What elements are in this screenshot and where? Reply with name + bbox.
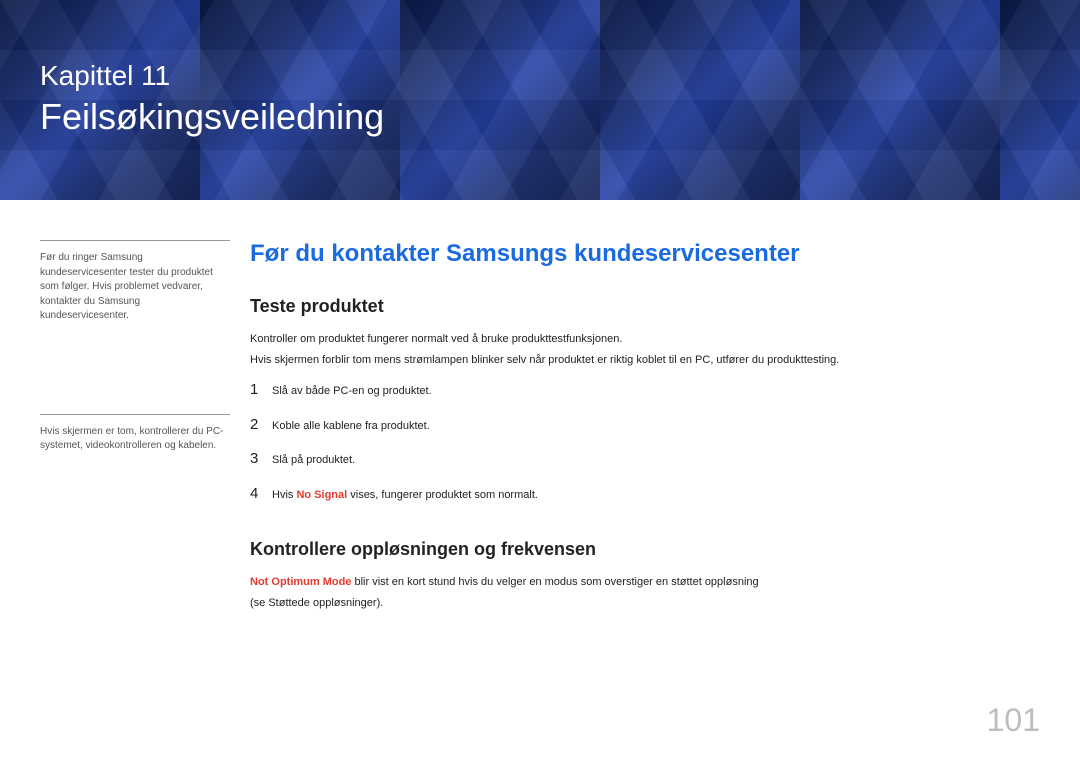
- step-number: 3: [250, 450, 272, 467]
- sidebar: Før du ringer Samsung kundeservicesenter…: [40, 240, 250, 616]
- step-3: 3 Slå på produktet.: [250, 450, 1040, 469]
- test-product-p1: Kontroller om produktet fungerer normalt…: [250, 331, 1040, 348]
- section-title: Før du kontakter Samsungs kundeservicese…: [250, 240, 1040, 268]
- side-note-1: Før du ringer Samsung kundeservicesenter…: [40, 240, 230, 324]
- resolution-rest: blir vist en kort stund hvis du velger e…: [351, 576, 758, 588]
- steps-list: 1 Slå av både PC-en og produktet. 2 Kobl…: [250, 381, 1040, 503]
- step-1: 1 Slå av både PC-en og produktet.: [250, 381, 1040, 400]
- not-optimum-mode-label: Not Optimum Mode: [250, 576, 351, 588]
- step-text: Slå av både PC-en og produktet.: [272, 383, 432, 400]
- test-product-heading: Teste produktet: [250, 296, 1040, 317]
- page-number: 101: [987, 702, 1040, 739]
- main-content: Før du kontakter Samsungs kundeservicese…: [250, 240, 1040, 616]
- step-number: 4: [250, 485, 272, 502]
- step-2: 2 Koble alle kablene fra produktet.: [250, 416, 1040, 435]
- step-text: Slå på produktet.: [272, 452, 355, 469]
- resolution-p1: Not Optimum Mode blir vist en kort stund…: [250, 574, 1040, 591]
- chapter-title: Feilsøkingsveiledning: [40, 96, 1040, 138]
- chapter-header: Kapittel 11 Feilsøkingsveiledning: [0, 0, 1080, 200]
- content-area: Før du ringer Samsung kundeservicesenter…: [0, 200, 1080, 616]
- test-product-p2: Hvis skjermen forblir tom mens strømlamp…: [250, 352, 1040, 369]
- step-text: Koble alle kablene fra produktet.: [272, 418, 430, 435]
- step-number: 1: [250, 381, 272, 398]
- step4-prefix: Hvis: [272, 489, 296, 501]
- step-4: 4 Hvis No Signal vises, fungerer produkt…: [250, 485, 1040, 504]
- chapter-label: Kapittel 11: [40, 60, 1040, 92]
- side-note-2: Hvis skjermen er tom, kontrollerer du PC…: [40, 414, 230, 454]
- step4-suffix: vises, fungerer produktet som normalt.: [347, 489, 538, 501]
- resolution-p2: (se Støttede oppløsninger).: [250, 595, 1040, 612]
- resolution-heading: Kontrollere oppløsningen og frekvensen: [250, 539, 1040, 560]
- no-signal-label: No Signal: [296, 489, 347, 501]
- step-text: Hvis No Signal vises, fungerer produktet…: [272, 487, 538, 504]
- step-number: 2: [250, 416, 272, 433]
